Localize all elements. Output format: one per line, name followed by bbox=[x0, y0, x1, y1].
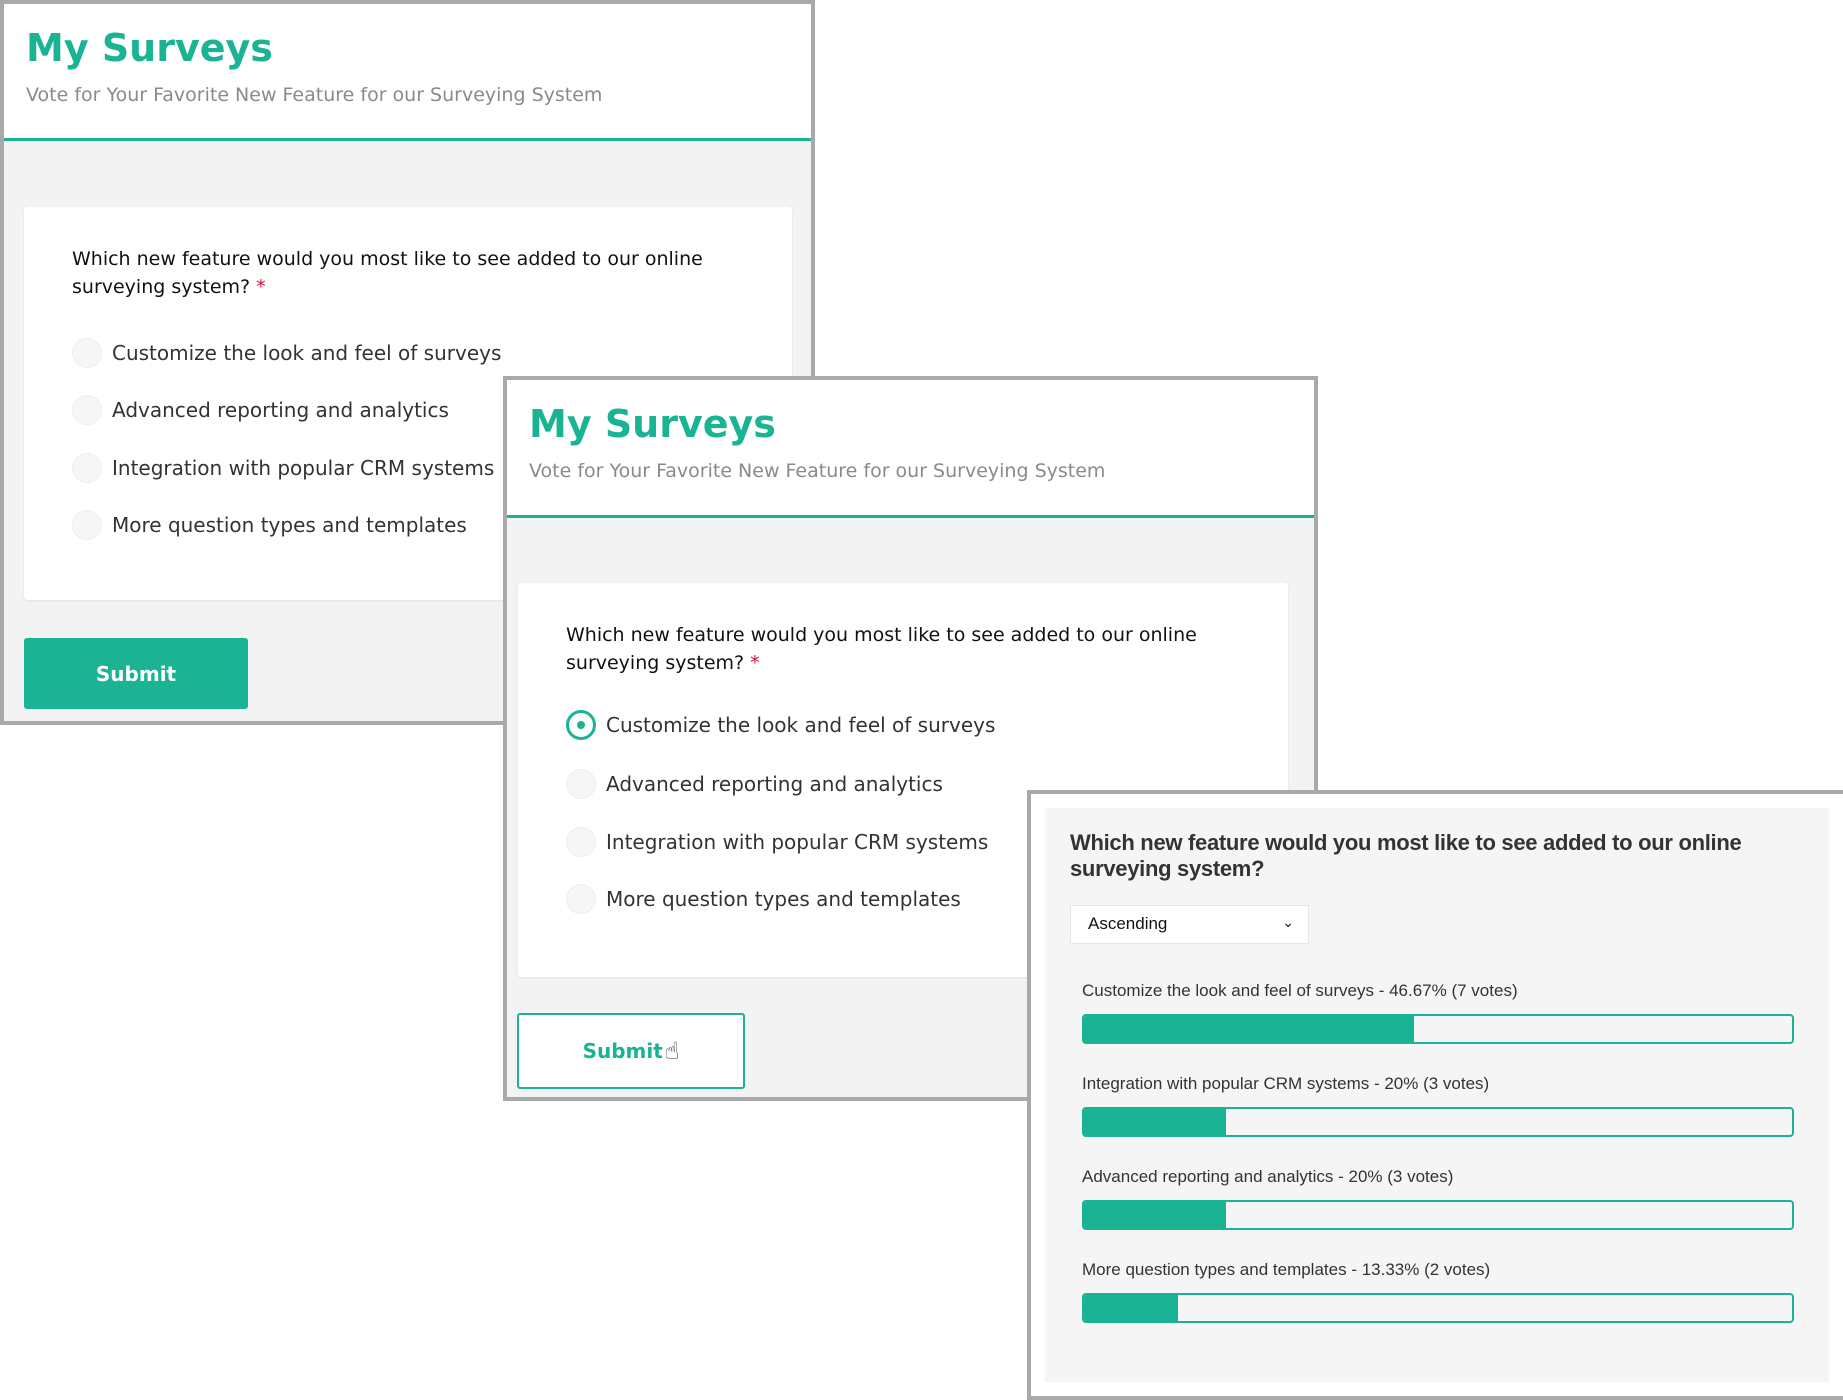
result-bar-fill bbox=[1084, 1109, 1226, 1135]
result-label: Advanced reporting and analytics - 20% (… bbox=[1082, 1167, 1454, 1186]
option-2[interactable]: Advanced reporting and analytics bbox=[566, 769, 943, 799]
option-1[interactable]: Customize the look and feel of surveys bbox=[72, 338, 501, 368]
submit-button-hover[interactable]: Submit ☝ bbox=[517, 1013, 745, 1089]
option-1-selected[interactable]: Customize the look and feel of surveys bbox=[566, 710, 995, 740]
submit-button[interactable]: Submit bbox=[24, 638, 248, 709]
option-4[interactable]: More question types and templates bbox=[566, 884, 961, 914]
radio-icon[interactable] bbox=[72, 453, 102, 483]
radio-icon[interactable] bbox=[566, 884, 596, 914]
result-bar-fill bbox=[1084, 1295, 1179, 1321]
page-title: My Surveys bbox=[529, 402, 776, 446]
page-subtitle: Vote for Your Favorite New Feature for o… bbox=[529, 460, 1106, 482]
radio-icon[interactable] bbox=[566, 827, 596, 857]
result-label: More question types and templates - 13.3… bbox=[1082, 1260, 1491, 1279]
survey-header: My Surveys Vote for Your Favorite New Fe… bbox=[4, 4, 811, 141]
page-title: My Surveys bbox=[26, 26, 273, 70]
result-bar bbox=[1082, 1014, 1794, 1044]
question-text: Which new feature would you most like to… bbox=[72, 248, 703, 298]
radio-icon[interactable] bbox=[566, 769, 596, 799]
option-4[interactable]: More question types and templates bbox=[72, 510, 467, 540]
result-label: Customize the look and feel of surveys -… bbox=[1082, 981, 1518, 1000]
chevron-down-icon: ⌄ bbox=[1282, 914, 1294, 930]
result-bar bbox=[1082, 1107, 1794, 1137]
hand-cursor-icon: ☝ bbox=[664, 1037, 680, 1065]
sort-select[interactable]: Ascending ⌄ bbox=[1070, 905, 1309, 944]
radio-icon[interactable] bbox=[72, 395, 102, 425]
radio-icon[interactable] bbox=[72, 510, 102, 540]
result-bar bbox=[1082, 1200, 1794, 1230]
option-3[interactable]: Integration with popular CRM systems bbox=[72, 453, 494, 483]
option-2[interactable]: Advanced reporting and analytics bbox=[72, 395, 449, 425]
results-panel: Which new feature would you most like to… bbox=[1045, 808, 1829, 1382]
result-bar bbox=[1082, 1293, 1794, 1323]
result-bar-fill bbox=[1084, 1016, 1415, 1042]
result-label: Integration with popular CRM systems - 2… bbox=[1082, 1074, 1490, 1093]
results-window: Which new feature would you most like to… bbox=[1027, 790, 1843, 1400]
survey-header: My Surveys Vote for Your Favorite New Fe… bbox=[507, 380, 1314, 518]
question-text: Which new feature would you most like to… bbox=[566, 624, 1197, 674]
radio-checked-icon[interactable] bbox=[566, 710, 596, 740]
radio-icon[interactable] bbox=[72, 338, 102, 368]
result-bar-fill bbox=[1084, 1202, 1226, 1228]
results-question: Which new feature would you most like to… bbox=[1070, 830, 1742, 881]
page-subtitle: Vote for Your Favorite New Feature for o… bbox=[26, 84, 603, 106]
option-3[interactable]: Integration with popular CRM systems bbox=[566, 827, 988, 857]
